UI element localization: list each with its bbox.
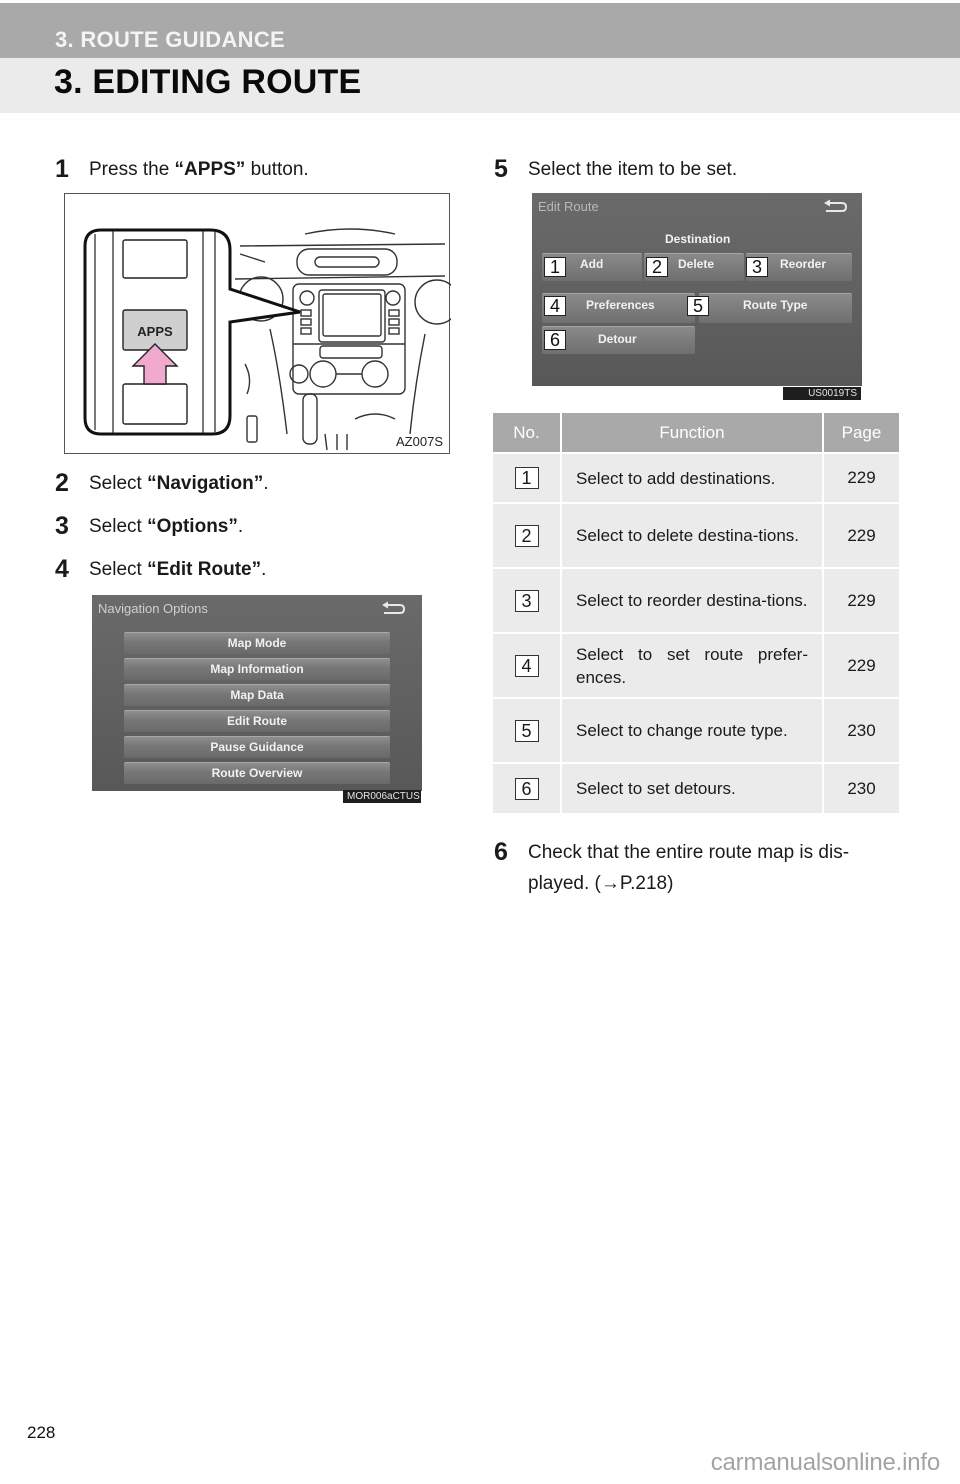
function-table: No. Function Page 1 Select to add destin… <box>493 413 899 813</box>
menu-item-edit-route[interactable]: Edit Route <box>124 710 390 732</box>
dashboard-drawing: APPS <box>83 228 451 451</box>
table-row: 5 Select to change route type. 230 <box>493 697 899 763</box>
cross-reference-link[interactable]: played. (→P.218) <box>528 873 673 894</box>
step-keyword: “APPS” <box>174 159 246 180</box>
figure-code: MOR006aCTUS <box>343 790 421 803</box>
step-6-continuation: played. (→P.218) <box>528 873 673 895</box>
page-cell: 229 <box>823 567 899 633</box>
menu-item-map-data[interactable]: Map Data <box>124 684 390 706</box>
button-label: Delete <box>678 257 715 271</box>
screen-title: Edit Route <box>538 199 599 214</box>
callout-number: 4 <box>544 296 566 316</box>
step-number: 3 <box>55 512 69 540</box>
step-keyword: “Options” <box>147 516 238 537</box>
title-header: 3. EDITING ROUTE <box>0 58 960 113</box>
button-label: Route Type <box>743 298 808 312</box>
function-cell: Select to set detours. <box>561 762 824 813</box>
page-number: 228 <box>27 1423 56 1442</box>
function-cell: Select to change route type. <box>561 697 824 763</box>
function-cell: Select to set route prefer-ences. <box>561 632 824 698</box>
callout-number: 5 <box>687 296 709 316</box>
button-label: Detour <box>598 332 637 346</box>
step-3: 3 Select “Options”. <box>55 512 244 540</box>
table-row: 2 Select to delete destina-tions. 229 <box>493 502 899 568</box>
edit-route-screen: Edit Route Destination 1 Add 2 Delete 3 … <box>532 193 862 386</box>
page-cell: 230 <box>823 762 899 813</box>
button-label: Preferences <box>586 298 655 312</box>
callout-number: 2 <box>646 257 668 277</box>
header-no: No. <box>493 413 562 453</box>
navigation-options-screen: Navigation Options Map Mode Map Informat… <box>92 595 422 791</box>
callout-number: 1 <box>544 257 566 277</box>
menu-item-map-information[interactable]: Map Information <box>124 658 390 680</box>
page-title: 3. EDITING ROUTE <box>54 63 362 101</box>
section-header: 3. ROUTE GUIDANCE <box>0 3 960 58</box>
number-box: 6 <box>514 777 539 800</box>
button-label: Add <box>580 257 604 271</box>
page-cell: 230 <box>823 697 899 763</box>
page-cell: 229 <box>823 452 899 503</box>
step-2: 2 Select “Navigation”. <box>55 469 269 497</box>
back-arrow-icon[interactable] <box>380 601 406 617</box>
callout-number: 3 <box>746 257 768 277</box>
table-header-row: No. Function Page <box>493 413 899 453</box>
button-label: Reorder <box>780 257 827 271</box>
table-row: 4 Select to set route prefer-ences. 229 <box>493 632 899 698</box>
table-row: 3 Select to reorder destina-tions. 229 <box>493 567 899 633</box>
apps-button-illustration: APPS AZ007S <box>64 193 451 454</box>
screen-title: Navigation Options <box>98 601 208 616</box>
apps-label: APPS <box>137 324 173 339</box>
function-cell: Select to reorder destina-tions. <box>561 567 824 633</box>
number-box: 5 <box>514 719 539 742</box>
step-5: 5 Select the item to be set. <box>494 155 738 183</box>
step-4: 4 Select “Edit Route”. <box>55 555 267 583</box>
figure-code: US0019TS <box>783 387 861 400</box>
step-keyword: “Navigation” <box>147 473 264 494</box>
back-arrow-icon[interactable] <box>822 199 848 215</box>
page-cell: 229 <box>823 502 899 568</box>
menu-item-map-mode[interactable]: Map Mode <box>124 632 390 654</box>
number-box: 4 <box>514 654 539 677</box>
number-box: 1 <box>514 467 539 489</box>
watermark: carmanualsonline.info <box>710 1449 940 1476</box>
step-number: 5 <box>494 155 508 183</box>
page-cell: 229 <box>823 632 899 698</box>
figure-code: AZ007S <box>396 434 443 449</box>
table-row: 6 Select to set detours. 230 <box>493 762 899 813</box>
step-number: 2 <box>55 469 69 497</box>
function-cell: Select to delete destina-tions. <box>561 502 824 568</box>
menu-item-route-overview[interactable]: Route Overview <box>124 762 390 784</box>
step-number: 4 <box>55 555 69 583</box>
header-page: Page <box>823 413 899 453</box>
number-box: 2 <box>514 524 539 547</box>
table-row: 1 Select to add destinations. 229 <box>493 452 899 503</box>
step-number: 1 <box>55 155 69 183</box>
header-function: Function <box>561 413 824 453</box>
function-cell: Select to add destinations. <box>561 452 824 503</box>
step-6: 6 Check that the entire route map is dis- <box>494 838 850 866</box>
destination-group-label: Destination <box>665 232 731 246</box>
section-title: 3. ROUTE GUIDANCE <box>55 27 286 52</box>
callout-number: 6 <box>544 330 566 350</box>
number-box: 3 <box>514 589 539 612</box>
step-keyword: “Edit Route” <box>147 559 262 580</box>
menu-item-pause-guidance[interactable]: Pause Guidance <box>124 736 390 758</box>
step-1: 1 Press the “APPS” button. <box>55 155 309 183</box>
step-number: 6 <box>494 838 508 866</box>
